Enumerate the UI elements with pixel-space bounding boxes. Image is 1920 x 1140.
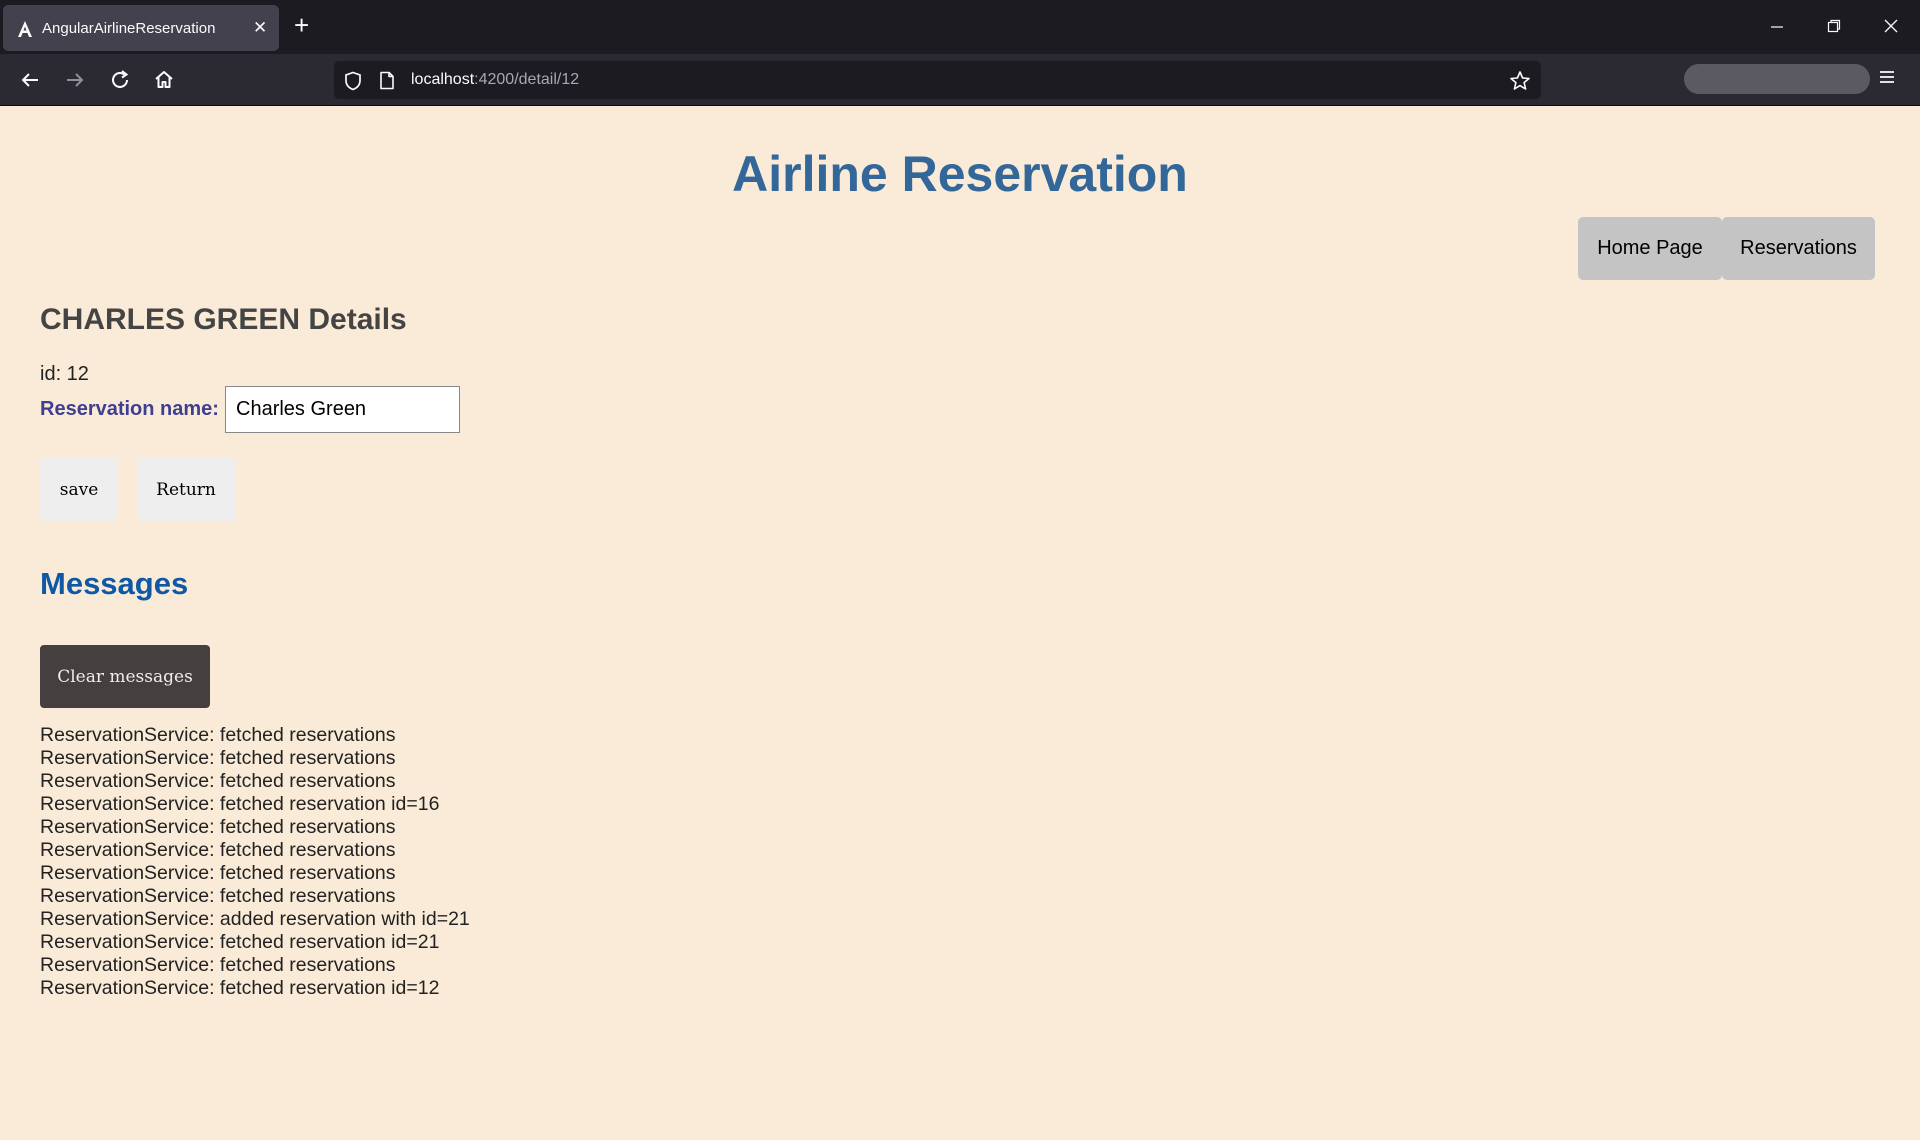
url-text[interactable]: localhost:4200/detail/12 xyxy=(411,71,579,89)
reservation-id: id: 12 xyxy=(40,363,89,385)
url-path: :4200/detail/12 xyxy=(474,71,580,88)
tab-close-icon[interactable]: ✕ xyxy=(253,18,267,38)
new-tab-icon[interactable]: + xyxy=(294,12,309,38)
browser-tab-strip: AngularAirlineReservation ✕ + xyxy=(0,0,1920,54)
messages-heading: Messages xyxy=(40,566,189,601)
home-page-link[interactable]: Home Page xyxy=(1578,217,1722,280)
message-item: ReservationService: fetched reservations xyxy=(40,839,396,861)
browser-tab[interactable]: AngularAirlineReservation ✕ xyxy=(3,5,279,51)
save-button[interactable]: save xyxy=(40,458,118,521)
home-icon[interactable] xyxy=(150,66,178,94)
message-item: ReservationService: fetched reservations xyxy=(40,862,396,884)
message-item: ReservationService: added reservation wi… xyxy=(40,908,470,930)
return-button[interactable]: Return xyxy=(137,458,235,521)
message-item: ReservationService: fetched reservations xyxy=(40,770,396,792)
message-item: ReservationService: fetched reservations xyxy=(40,747,396,769)
minimize-icon[interactable] xyxy=(1770,20,1784,34)
page-icon[interactable] xyxy=(379,71,395,90)
message-item: ReservationService: fetched reservations xyxy=(40,816,396,838)
back-arrow-icon[interactable] xyxy=(16,66,44,94)
angular-icon xyxy=(18,21,32,37)
tab-title: AngularAirlineReservation xyxy=(42,20,216,37)
message-item: ReservationService: fetched reservations xyxy=(40,724,396,746)
main-nav: Home Page Reservations xyxy=(1578,217,1875,280)
message-item: ReservationService: fetched reservations xyxy=(40,885,396,907)
account-button[interactable] xyxy=(1684,64,1870,94)
reload-icon[interactable] xyxy=(106,66,134,94)
browser-toolbar: localhost:4200/detail/12 xyxy=(0,54,1920,106)
url-host: localhost xyxy=(411,71,475,88)
restore-icon[interactable] xyxy=(1827,19,1841,33)
message-item: ReservationService: fetched reservation … xyxy=(40,793,440,815)
reservation-name-input[interactable] xyxy=(225,386,460,433)
reservations-link[interactable]: Reservations xyxy=(1722,217,1875,280)
address-bar[interactable]: localhost:4200/detail/12 xyxy=(334,61,1541,99)
shield-icon[interactable] xyxy=(344,71,362,91)
message-item: ReservationService: fetched reservation … xyxy=(40,931,440,953)
reservation-name-label: Reservation name: xyxy=(40,398,219,420)
forward-arrow-icon[interactable] xyxy=(61,66,89,94)
app-title: Airline Reservation xyxy=(732,146,1188,202)
message-list: ReservationService: fetched reservations… xyxy=(40,724,470,1000)
close-window-icon[interactable] xyxy=(1884,19,1898,33)
detail-heading: CHARLES GREEN Details xyxy=(40,303,407,336)
hamburger-menu-icon[interactable] xyxy=(1878,68,1896,86)
clear-messages-button[interactable]: Clear messages xyxy=(40,645,210,708)
bookmark-star-icon[interactable] xyxy=(1509,70,1531,92)
message-item: ReservationService: fetched reservations xyxy=(40,954,396,976)
message-item: ReservationService: fetched reservation … xyxy=(40,977,440,999)
